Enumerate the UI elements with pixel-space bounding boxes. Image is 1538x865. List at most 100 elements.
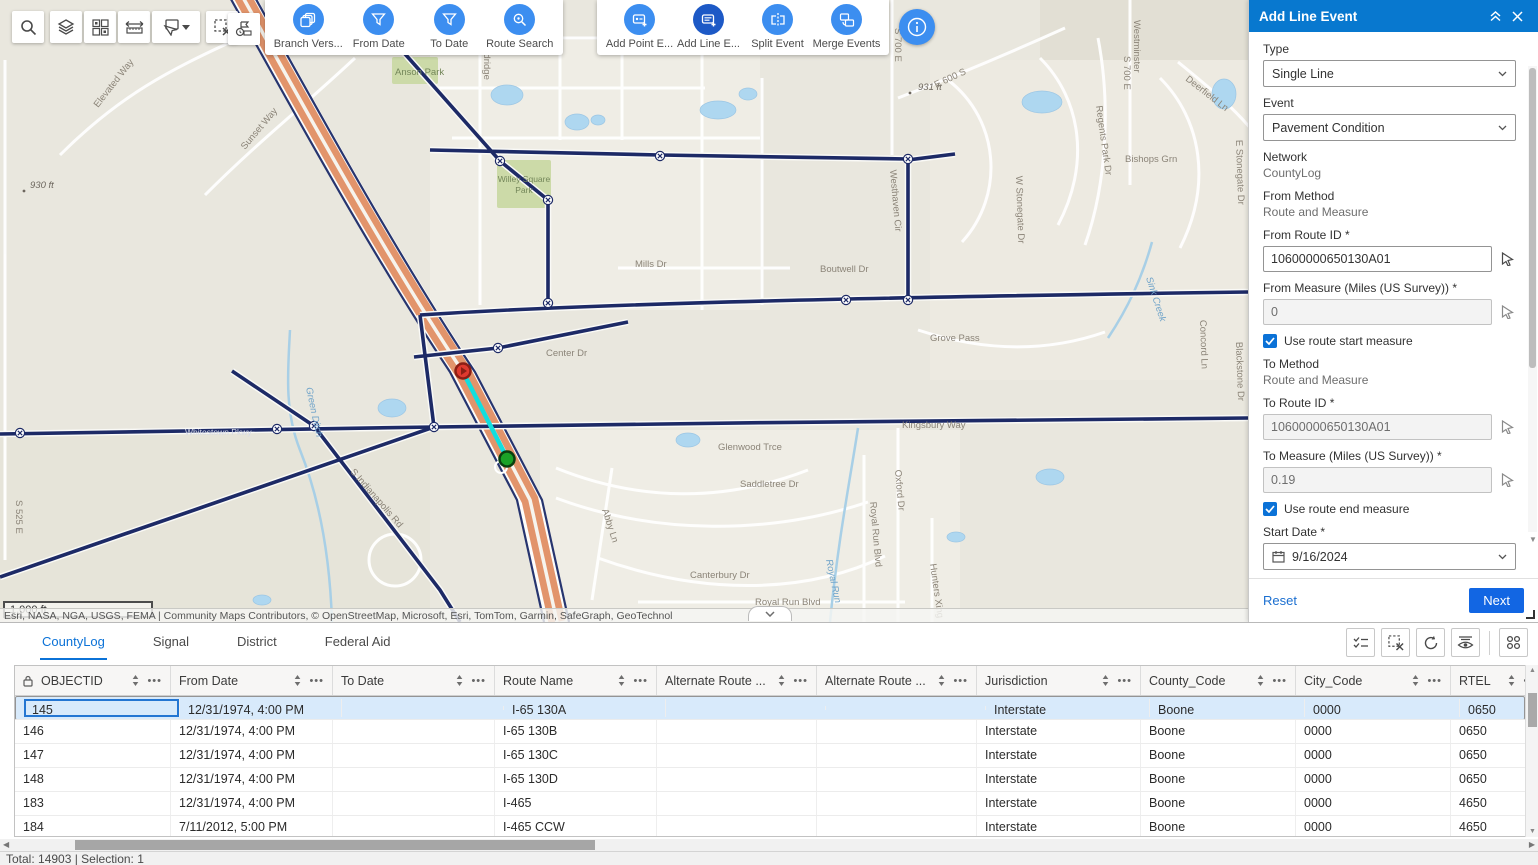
- pick-measure-on-map-icon[interactable]: [1498, 303, 1516, 321]
- pick-route-on-map-icon[interactable]: [1498, 250, 1516, 268]
- table-cell[interactable]: 7/11/2012, 5:00 PM: [171, 816, 333, 837]
- route-search-tool[interactable]: Route Search: [485, 4, 555, 50]
- scroll-down-arrow[interactable]: ▼: [1529, 535, 1537, 544]
- table-cell[interactable]: 183: [15, 792, 171, 815]
- table-horizontal-scrollbar[interactable]: ◀ ▶: [0, 839, 1538, 851]
- add-line-event-tool[interactable]: Add Line E...: [674, 4, 743, 50]
- toggle-column-visibility-button[interactable]: [1451, 628, 1480, 657]
- to-measure-input[interactable]: [1263, 467, 1492, 493]
- merge-events-tool[interactable]: Merge Events: [812, 4, 881, 50]
- from-measure-marker[interactable]: [456, 364, 471, 379]
- map-canvas[interactable]: Elevated Way Sunset Way Anson Park Aldri…: [0, 0, 1248, 622]
- clear-table-selection-button[interactable]: [1381, 628, 1410, 657]
- table-cell[interactable]: [817, 720, 977, 743]
- table-cell[interactable]: 147: [15, 744, 171, 767]
- column-header[interactable]: From Date•••: [171, 666, 333, 695]
- table-cell[interactable]: Interstate: [977, 744, 1141, 767]
- column-header[interactable]: Jurisdiction•••: [977, 666, 1141, 695]
- table-cell[interactable]: [817, 744, 977, 767]
- scroll-up-arrow[interactable]: ▲: [1526, 667, 1538, 674]
- column-header[interactable]: City_Code•••: [1296, 666, 1451, 695]
- to-measure-marker[interactable]: [500, 452, 515, 467]
- measure-button[interactable]: [118, 11, 150, 43]
- table-cell[interactable]: Interstate: [977, 768, 1141, 791]
- info-button[interactable]: [899, 9, 935, 45]
- table-cell[interactable]: 0650: [1460, 699, 1525, 717]
- table-cell[interactable]: [657, 792, 817, 815]
- table-cell[interactable]: 184: [15, 816, 171, 837]
- table-cell[interactable]: [657, 720, 817, 743]
- table-cell[interactable]: 12/31/1974, 4:00 PM: [171, 792, 333, 815]
- table-cell[interactable]: I-65 130D: [495, 768, 657, 791]
- branch-versions-tool[interactable]: Branch Vers...: [273, 4, 343, 50]
- table-cell[interactable]: 0000: [1296, 816, 1451, 837]
- table-cell[interactable]: Interstate: [977, 720, 1141, 743]
- table-cell[interactable]: 12/31/1974, 4:00 PM: [171, 744, 333, 767]
- table-cell[interactable]: [333, 816, 495, 837]
- table-cell[interactable]: [657, 816, 817, 837]
- table-cell[interactable]: 146: [15, 720, 171, 743]
- column-menu-icon[interactable]: •••: [953, 675, 968, 687]
- select-tool-button[interactable]: [152, 11, 200, 43]
- table-row[interactable]: 18312/31/1974, 4:00 PMI-465InterstateBoo…: [15, 792, 1525, 816]
- table-row[interactable]: 14512/31/1974, 4:00 PMI-65 130AInterstat…: [15, 696, 1525, 720]
- table-cell[interactable]: 0000: [1296, 792, 1451, 815]
- table-cell[interactable]: I-65 130C: [495, 744, 657, 767]
- table-cell[interactable]: [333, 768, 495, 791]
- show-selected-records-button[interactable]: [1346, 628, 1375, 657]
- table-cell[interactable]: 0000: [1296, 744, 1451, 767]
- table-cell[interactable]: Boone: [1141, 744, 1296, 767]
- close-panel-button[interactable]: [1507, 9, 1528, 24]
- column-menu-icon[interactable]: •••: [1117, 675, 1132, 687]
- use-route-end-measure-checkbox[interactable]: Use route end measure: [1263, 502, 1516, 516]
- table-cell[interactable]: Boone: [1141, 816, 1296, 837]
- reset-button[interactable]: Reset: [1263, 593, 1297, 608]
- table-options-button[interactable]: [1499, 628, 1528, 657]
- column-header[interactable]: RTEL•••: [1451, 666, 1525, 695]
- collapse-panel-button[interactable]: [1484, 8, 1507, 24]
- table-cell[interactable]: 0650: [1451, 720, 1525, 743]
- column-menu-icon[interactable]: •••: [309, 675, 324, 687]
- table-cell[interactable]: Interstate: [986, 699, 1150, 717]
- column-header[interactable]: County_Code•••: [1141, 666, 1296, 695]
- column-header[interactable]: Alternate Route ...•••: [657, 666, 817, 695]
- from-route-id-input[interactable]: [1263, 246, 1492, 272]
- column-menu-icon[interactable]: •••: [793, 675, 808, 687]
- panel-resize-handle[interactable]: [1526, 610, 1535, 619]
- table-cell[interactable]: 0650: [1451, 768, 1525, 791]
- table-cell[interactable]: [817, 816, 977, 837]
- column-header[interactable]: To Date•••: [333, 666, 495, 695]
- from-date-tool[interactable]: From Date: [344, 4, 414, 50]
- table-cell[interactable]: I-65 130B: [495, 720, 657, 743]
- column-menu-icon[interactable]: •••: [633, 675, 648, 687]
- table-row[interactable]: 1847/11/2012, 5:00 PMI-465 CCWInterstate…: [15, 816, 1525, 837]
- tab-federal-aid[interactable]: Federal Aid: [323, 626, 393, 660]
- split-event-tool[interactable]: Split Event: [743, 4, 812, 50]
- pick-measure-on-map-icon[interactable]: [1498, 471, 1516, 489]
- layers-button[interactable]: [50, 11, 82, 43]
- to-route-id-input[interactable]: [1263, 414, 1492, 440]
- scrollbar-thumb[interactable]: [1529, 68, 1536, 368]
- table-cell[interactable]: [817, 792, 977, 815]
- table-cell[interactable]: [333, 720, 495, 743]
- table-cell[interactable]: Boone: [1141, 768, 1296, 791]
- table-cell[interactable]: 12/31/1974, 4:00 PM: [171, 768, 333, 791]
- table-cell[interactable]: 12/31/1974, 4:00 PM: [180, 699, 342, 717]
- to-date-tool[interactable]: To Date: [414, 4, 484, 50]
- use-route-start-measure-checkbox[interactable]: Use route start measure: [1263, 334, 1516, 348]
- scrollbar-thumb[interactable]: [1528, 693, 1537, 727]
- table-cell[interactable]: Interstate: [977, 792, 1141, 815]
- pick-route-on-map-icon[interactable]: [1498, 418, 1516, 436]
- table-row[interactable]: 14612/31/1974, 4:00 PMI-65 130BInterstat…: [15, 720, 1525, 744]
- table-cell[interactable]: [826, 706, 986, 710]
- table-cell[interactable]: I-65 130A: [504, 699, 666, 717]
- table-cell[interactable]: 4650: [1451, 792, 1525, 815]
- tab-countylog[interactable]: CountyLog: [40, 626, 107, 660]
- scrollbar-thumb[interactable]: [75, 840, 595, 850]
- table-cell[interactable]: [657, 768, 817, 791]
- event-select[interactable]: Pavement Condition: [1263, 114, 1516, 141]
- column-menu-icon[interactable]: •••: [471, 675, 486, 687]
- table-cell[interactable]: 0000: [1296, 720, 1451, 743]
- next-button[interactable]: Next: [1469, 588, 1524, 613]
- start-date-input[interactable]: 9/16/2024: [1263, 543, 1516, 570]
